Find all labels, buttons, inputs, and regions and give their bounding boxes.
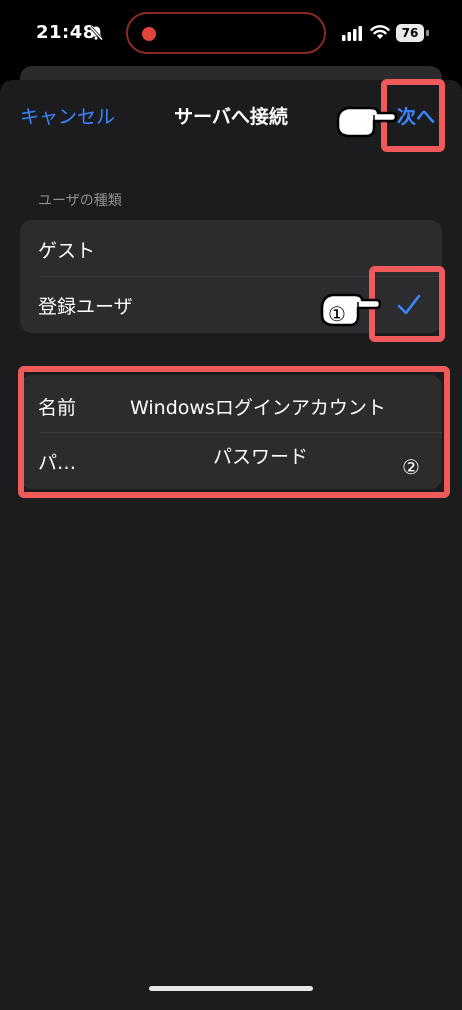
dynamic-island <box>126 12 326 54</box>
battery-tip <box>426 30 429 36</box>
step-3-marker: ③ <box>343 110 361 134</box>
cancel-button[interactable]: キャンセル <box>20 102 115 129</box>
cellular-signal-icon <box>342 26 362 41</box>
home-indicator <box>149 986 313 991</box>
status-time: 21:48 <box>36 22 96 43</box>
user-type-section-label: ユーザの種類 <box>38 193 122 209</box>
battery-level: 76 <box>396 24 424 42</box>
step-1-marker: ① <box>328 302 346 326</box>
status-bar: 21:48 76 <box>0 0 462 62</box>
user-type-option-guest[interactable]: ゲスト <box>38 236 95 263</box>
user-type-option-registered[interactable]: 登録ユーザ <box>38 292 133 319</box>
wifi-icon <box>370 25 390 39</box>
step-2-marker: ② <box>402 455 420 479</box>
recording-dot-icon <box>142 27 156 41</box>
bell-muted-icon <box>88 25 104 41</box>
credentials-highlight <box>18 366 450 498</box>
